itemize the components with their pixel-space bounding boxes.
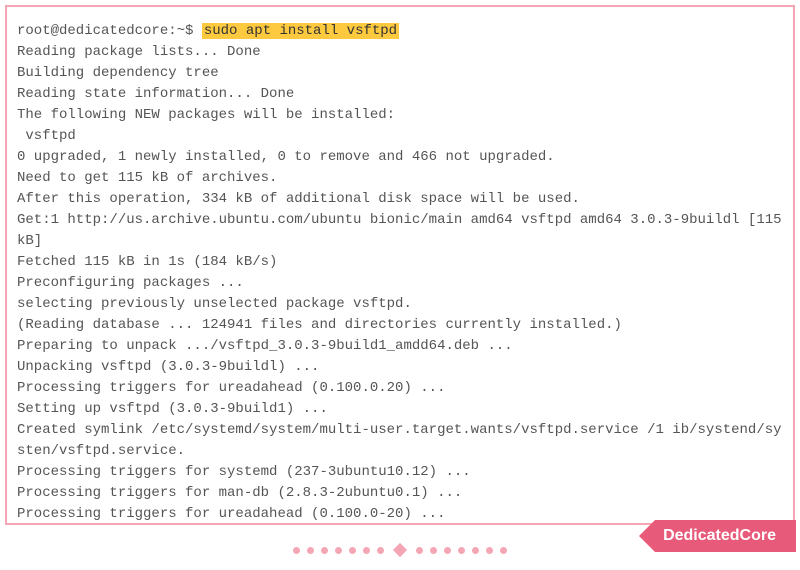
output-line: vsftpd	[17, 126, 783, 147]
output-line: Building dependency tree	[17, 63, 783, 84]
shell-prompt: root@dedicatedcore:~$	[17, 23, 202, 39]
dot-icon	[307, 547, 314, 554]
terminal-window: root@dedicatedcore:~$ sudo apt install v…	[5, 5, 795, 525]
dot-icon	[458, 547, 465, 554]
dot-icon	[293, 547, 300, 554]
command-line: root@dedicatedcore:~$ sudo apt install v…	[17, 21, 783, 42]
output-line: The following NEW packages will be insta…	[17, 105, 783, 126]
dot-icon	[377, 547, 384, 554]
output-line: (Reading database ... 124941 files and d…	[17, 315, 783, 336]
output-line: After this operation, 334 kB of addition…	[17, 189, 783, 210]
command-input: sudo apt install vsftpd	[202, 23, 399, 39]
dot-icon	[363, 547, 370, 554]
output-line: Processing triggers for ureadahead (0.10…	[17, 378, 783, 399]
dot-icon	[500, 547, 507, 554]
output-line: selecting previously unselected package …	[17, 294, 783, 315]
output-line: Reading package lists... Done	[17, 42, 783, 63]
dot-icon	[416, 547, 423, 554]
brand-label: DedicatedCore	[655, 520, 796, 552]
output-line: Created symlink /etc/systemd/system/mult…	[17, 420, 783, 462]
output-line: 0 upgraded, 1 newly installed, 0 to remo…	[17, 147, 783, 168]
output-line: Fetched 115 kB in 1s (184 kB/s)	[17, 252, 783, 273]
brand-ribbon: DedicatedCore	[639, 520, 796, 552]
output-line: Get:1 http://us.archive.ubuntu.com/ubunt…	[17, 210, 783, 252]
dot-icon	[472, 547, 479, 554]
dot-icon	[444, 547, 451, 554]
output-line: Reading state information... Done	[17, 84, 783, 105]
output-line: Preconfiguring packages ...	[17, 273, 783, 294]
ribbon-tail-icon	[639, 520, 655, 552]
output-line: Need to get 115 kB of archives.	[17, 168, 783, 189]
dot-icon	[430, 547, 437, 554]
dot-icon	[321, 547, 328, 554]
dot-icon	[349, 547, 356, 554]
dots-separator	[293, 545, 507, 555]
diamond-icon	[393, 543, 407, 557]
output-line: Unpacking vsftpd (3.0.3-9buildl) ...	[17, 357, 783, 378]
output-line: Preparing to unpack .../vsftpd_3.0.3-9bu…	[17, 336, 783, 357]
dot-icon	[335, 547, 342, 554]
output-line: Processing triggers for man-db (2.8.3-2u…	[17, 483, 783, 504]
output-line: Setting up vsftpd (3.0.3-9build1) ...	[17, 399, 783, 420]
dot-icon	[486, 547, 493, 554]
output-line: Processing triggers for systemd (237-3ub…	[17, 462, 783, 483]
